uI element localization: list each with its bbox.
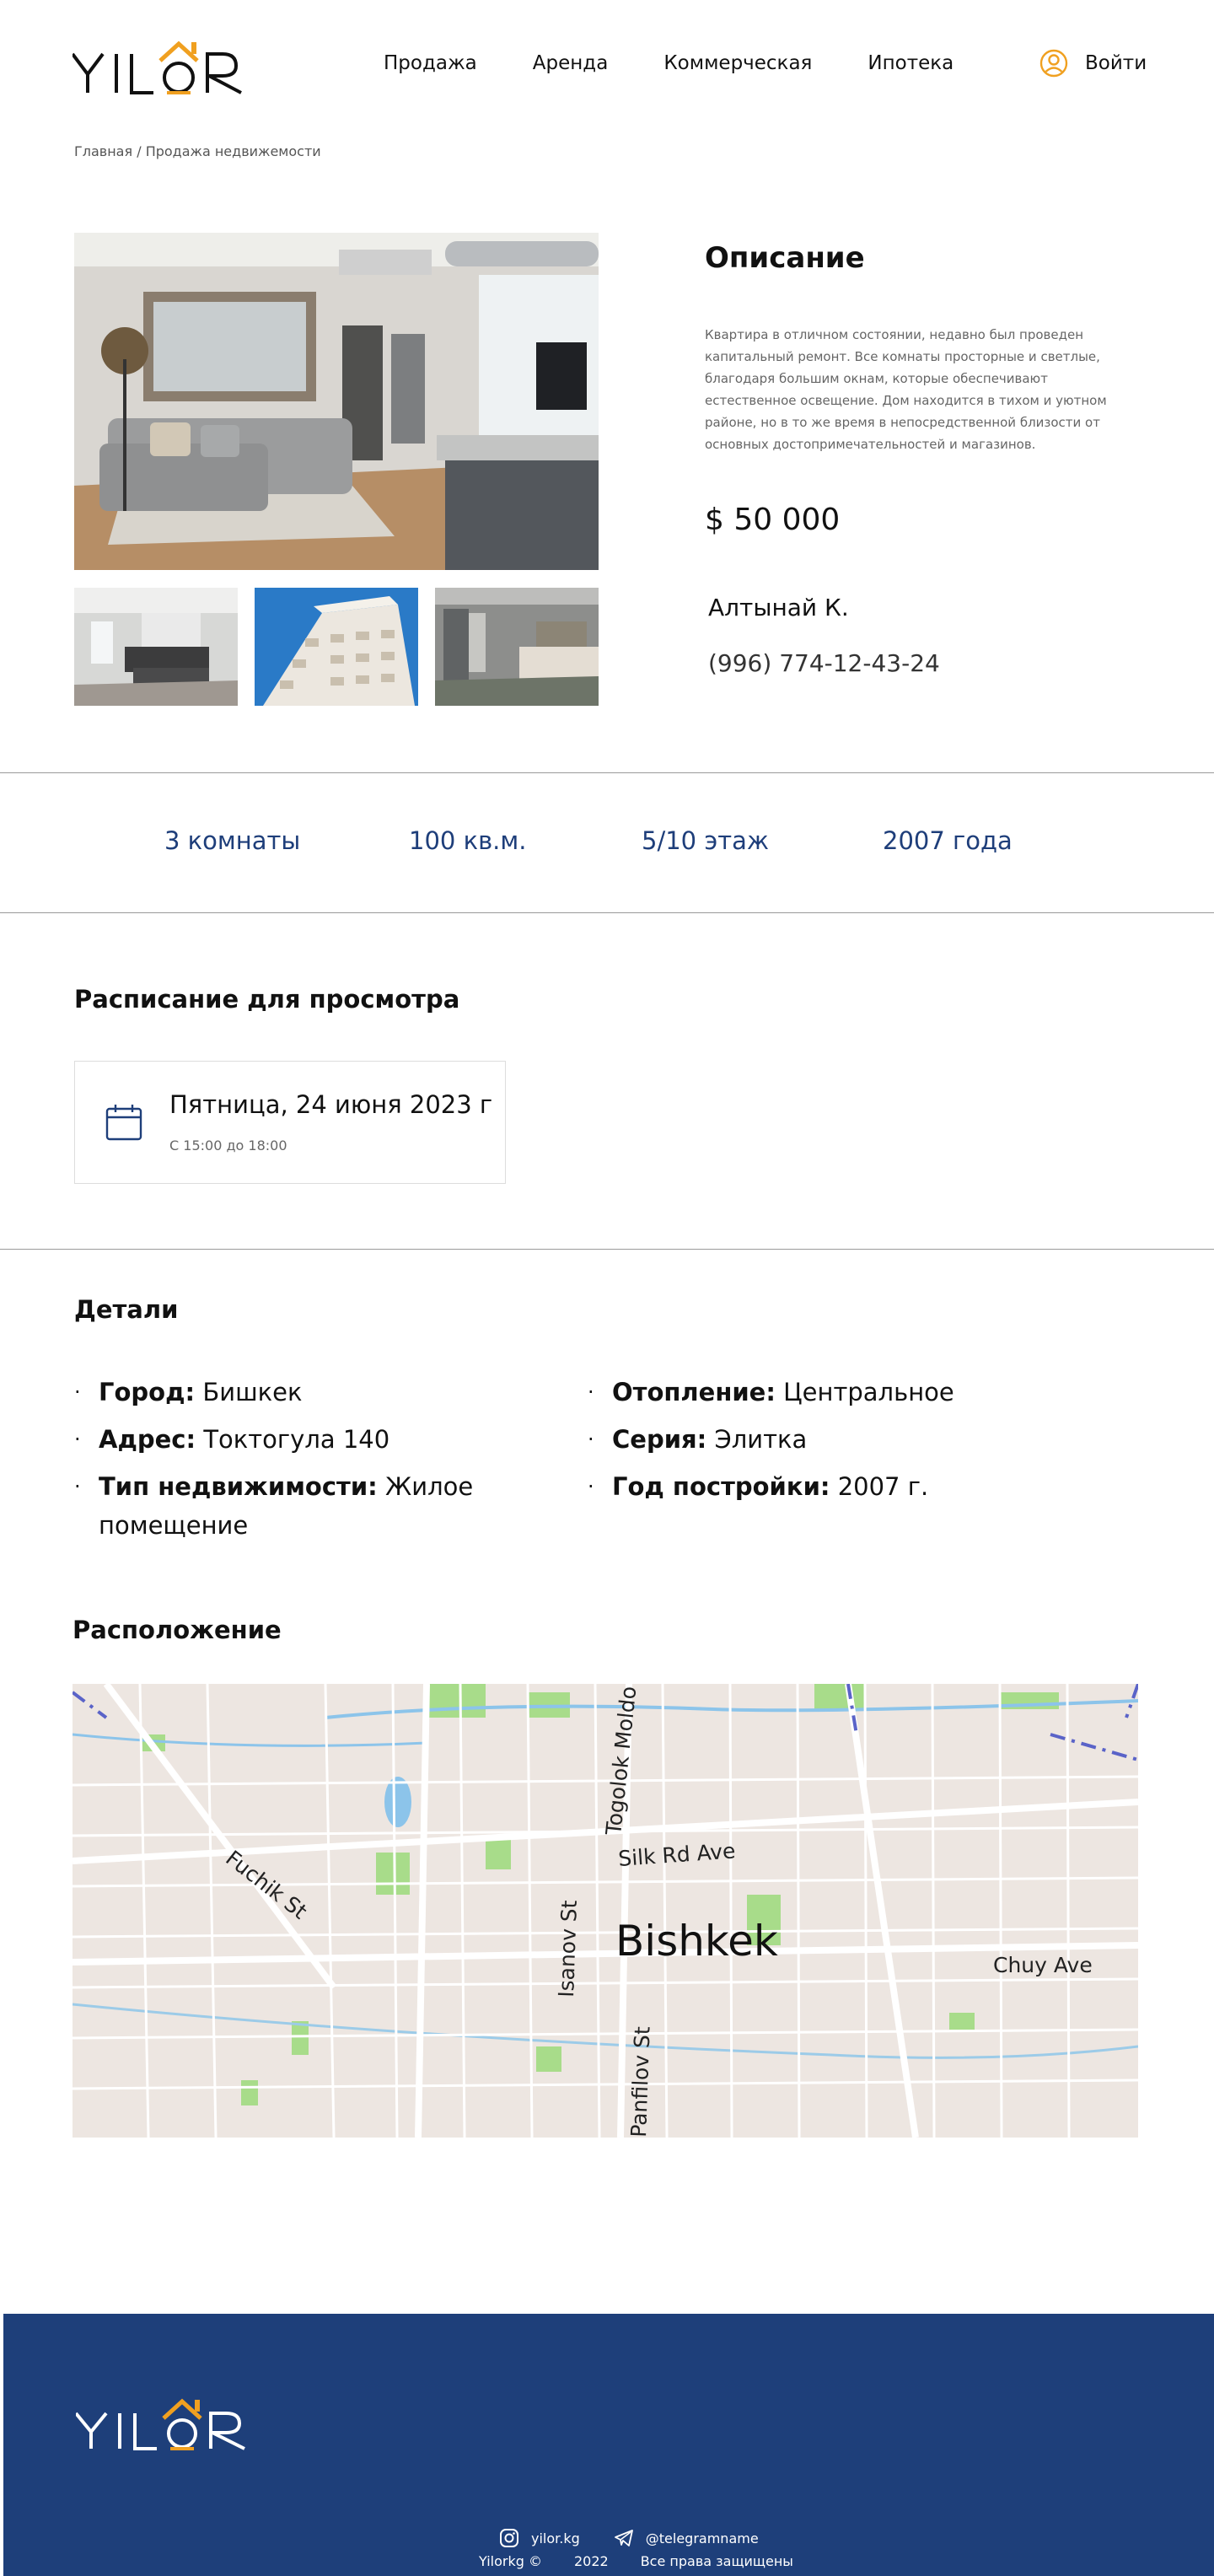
site-footer: yilor.kg @telegramname Yilorkg © 2022 Вс…	[3, 2314, 1214, 2576]
breadcrumb-home[interactable]: Главная	[74, 143, 132, 159]
details-title: Детали	[74, 1295, 179, 1324]
main-photo-living-room[interactable]	[74, 233, 599, 570]
main-nav: Продажа Аренда Коммерческая Ипотека	[384, 52, 1009, 74]
fact-year: 2007 года	[883, 826, 1013, 855]
detail-build-year: · Год постройки: 2007 г.	[588, 1472, 929, 1501]
thumbnail-building[interactable]	[255, 588, 418, 706]
login-label: Войти	[1085, 52, 1147, 74]
fact-floor: 5/10 этаж	[642, 826, 770, 855]
agent-phone[interactable]: (996) 774-12-43-24	[708, 649, 940, 677]
nav-item-mortgage[interactable]: Ипотека	[868, 52, 953, 74]
details-list-left: · Город: Бишкек · Адрес: Токтогула 140 · Ти…	[74, 1373, 529, 1553]
map-street-label: Isanov St	[554, 1900, 582, 1998]
schedule-date: Пятница, 24 июня 2023 г	[169, 1090, 493, 1119]
description-title: Описание	[705, 241, 865, 275]
divider	[0, 1249, 1214, 1250]
nav-item-rent[interactable]: Аренда	[533, 52, 609, 74]
instagram-icon	[500, 2529, 518, 2547]
calendar-icon	[105, 1105, 142, 1141]
footer-site: yilor.kg	[531, 2530, 580, 2546]
breadcrumb-separator: /	[137, 143, 142, 159]
breadcrumb: Главная / Продажа недвижемости	[74, 143, 321, 159]
detail-address: · Адрес: Токтогула 140	[74, 1425, 390, 1454]
footer-copyright: Yilorkg © 2022 Все права защищены	[479, 2553, 793, 2569]
nav-item-sale[interactable]: Продажа	[384, 52, 477, 74]
telegram-icon	[614, 2530, 633, 2546]
location-map[interactable]: Fuchik St Togolok Moldo St Silk Rd Ave I…	[73, 1684, 1138, 2138]
fact-rooms: 3 комнаты	[164, 826, 301, 855]
footer-instagram-link[interactable]: yilor.kg	[499, 2528, 580, 2548]
detail-heating: · Отопление: Центральное	[588, 1378, 954, 1406]
detail-series: · Серия: Элитка	[588, 1425, 808, 1454]
fact-area: 100 кв.м.	[409, 826, 527, 855]
detail-property-type: · Тип недвижимости: Жилое помещение	[74, 1472, 474, 1540]
details-list-right: · Отопление: Центральное · Серия: Элитка ·…	[588, 1373, 1043, 1514]
map-city-label: Bishkek	[615, 1917, 778, 1966]
footer-rights: Все права защищены	[640, 2553, 793, 2569]
map-street-label: Chuy Ave	[993, 1953, 1093, 1977]
map-street-label: Panfilov St	[626, 2026, 655, 2138]
footer-year: 2022	[573, 2553, 609, 2569]
schedule-title: Расписание для просмотра	[74, 985, 460, 1014]
detail-city: · Город: Бишкек	[74, 1378, 303, 1406]
user-icon	[1039, 49, 1068, 78]
schedule-time: С 15:00 до 18:00	[169, 1137, 287, 1154]
thumbnail-kitchen[interactable]	[74, 588, 238, 706]
thumbnail-bedroom[interactable]	[435, 588, 599, 706]
site-header: Продажа Аренда Коммерческая Ипотека Войт…	[0, 0, 1214, 135]
login-button[interactable]: Войти	[1039, 49, 1147, 78]
footer-telegram-link[interactable]: @telegramname	[614, 2529, 759, 2547]
location-title: Расположение	[73, 1616, 282, 1644]
yilor-logo[interactable]	[76, 2393, 249, 2452]
breadcrumb-current: Продажа недвижемости	[145, 143, 321, 159]
footer-telegram: @telegramname	[645, 2530, 759, 2546]
yilor-logo[interactable]	[73, 37, 245, 96]
nav-item-commercial[interactable]: Коммерческая	[663, 52, 812, 74]
divider	[0, 912, 1214, 913]
footer-links: yilor.kg @telegramname	[499, 2528, 759, 2548]
agent-name: Алтынай К.	[708, 594, 849, 621]
copyright-icon: ©	[528, 2553, 542, 2569]
schedule-card[interactable]: Пятница, 24 июня 2023 г С 15:00 до 18:00	[74, 1061, 506, 1184]
footer-brand: Yilorkg ©	[479, 2553, 542, 2569]
description-text: Квартира в отличном состоянии, недавно б…	[705, 327, 1107, 452]
price: $ 50 000	[705, 503, 841, 537]
divider	[0, 772, 1214, 773]
